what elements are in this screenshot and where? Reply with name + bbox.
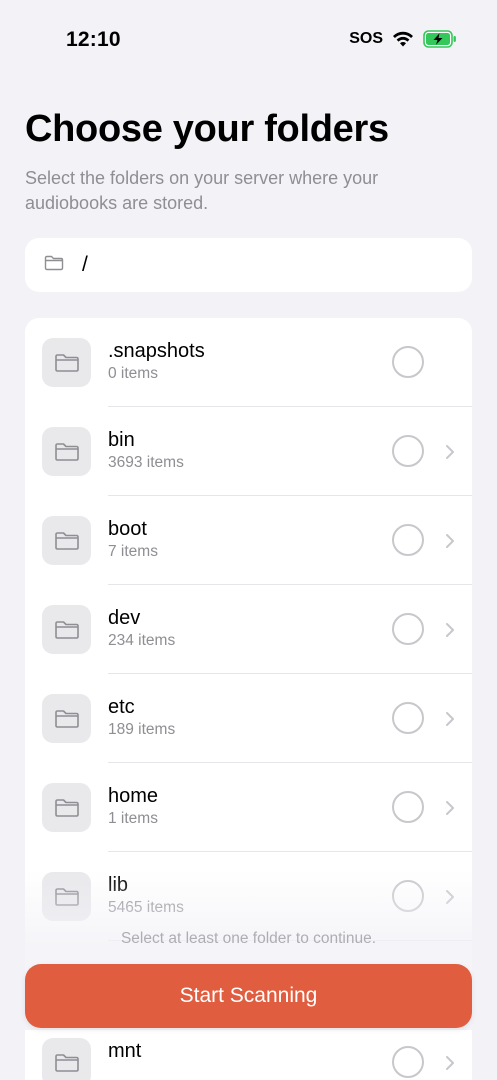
- folder-text: lib 5465 items: [108, 873, 184, 917]
- folder-select-radio[interactable]: [392, 702, 424, 734]
- folder-row[interactable]: bin 3693 items: [25, 407, 472, 496]
- folder-item-count: 234 items: [108, 632, 176, 649]
- chevron-right-icon[interactable]: [443, 888, 457, 906]
- folder-icon: [42, 1038, 91, 1080]
- folder-name: etc: [108, 696, 135, 718]
- folder-row[interactable]: boot 7 items: [25, 496, 472, 585]
- folder-icon: [42, 694, 91, 743]
- chevron-right-icon[interactable]: [443, 621, 457, 639]
- current-path-text: /: [82, 253, 88, 276]
- folder-select-radio[interactable]: [392, 613, 424, 645]
- folder-name: bin: [108, 429, 135, 451]
- folder-text: boot 7 items: [108, 517, 158, 561]
- folder-select-radio[interactable]: [392, 435, 424, 467]
- folder-row[interactable]: .snapshots 0 items: [25, 318, 472, 407]
- folder-select-radio[interactable]: [392, 791, 424, 823]
- folder-item-count: 1 items: [108, 810, 158, 827]
- sos-indicator: SOS: [349, 30, 383, 47]
- chevron-right-icon[interactable]: [443, 532, 457, 550]
- folder-row[interactable]: etc 189 items: [25, 674, 472, 763]
- chevron-right-icon[interactable]: [443, 1054, 457, 1072]
- status-indicators: SOS: [349, 30, 457, 48]
- folder-text: bin 3693 items: [108, 428, 184, 472]
- folder-name: mnt: [108, 1040, 142, 1062]
- folder-item-count: 3693 items: [108, 454, 184, 471]
- status-time: 12:10: [66, 28, 121, 51]
- page-subtitle: Select the folders on your server where …: [25, 168, 379, 213]
- chevron-right-icon[interactable]: [443, 443, 457, 461]
- folder-item-count: 0 items: [108, 365, 158, 382]
- folder-name: .snapshots: [108, 340, 205, 362]
- folder-text: dev 234 items: [108, 606, 175, 650]
- folder-item-count: 5465 items: [108, 899, 184, 916]
- folder-name: dev: [108, 607, 141, 629]
- folder-text: etc 189 items: [108, 695, 175, 739]
- folder-item-count: 189 items: [108, 721, 176, 738]
- folder-row[interactable]: mnt: [25, 1038, 472, 1080]
- folder-icon: [42, 516, 91, 565]
- folder-icon: [42, 783, 91, 832]
- folder-text: mnt: [108, 1039, 141, 1065]
- folder-text: home 1 items: [108, 784, 158, 828]
- status-bar: 12:10 SOS: [0, 0, 497, 80]
- page-title: Choose your folders: [25, 108, 389, 150]
- folder-name: lib: [108, 874, 129, 896]
- folder-icon: [42, 872, 91, 921]
- folder-row[interactable]: dev 234 items: [25, 585, 472, 674]
- folder-name: boot: [108, 518, 147, 540]
- hint-text: Select at least one folder to continue.: [120, 930, 377, 947]
- folder-text: .snapshots 0 items: [108, 339, 205, 383]
- folder-item-count: 7 items: [108, 543, 158, 560]
- current-path-bar[interactable]: /: [25, 238, 472, 292]
- folder-name: home: [108, 785, 159, 807]
- start-scanning-button[interactable]: Start Scanning: [25, 964, 472, 1028]
- battery-charging-icon: [423, 30, 457, 48]
- folder-select-radio[interactable]: [392, 524, 424, 556]
- chevron-right-icon[interactable]: [443, 710, 457, 728]
- folder-icon: [42, 427, 91, 476]
- wifi-icon: [392, 31, 414, 47]
- folder-icon: [44, 255, 64, 276]
- folder-icon: [42, 338, 91, 387]
- folder-row[interactable]: home 1 items: [25, 763, 472, 852]
- folder-row[interactable]: lib 5465 items: [25, 852, 472, 941]
- chevron-right-icon[interactable]: [443, 799, 457, 817]
- folder-list-overflow: mnt: [25, 1038, 472, 1080]
- folder-select-radio[interactable]: [392, 880, 424, 912]
- folder-select-radio[interactable]: [392, 346, 424, 378]
- folder-select-radio[interactable]: [392, 1046, 424, 1078]
- folder-icon: [42, 605, 91, 654]
